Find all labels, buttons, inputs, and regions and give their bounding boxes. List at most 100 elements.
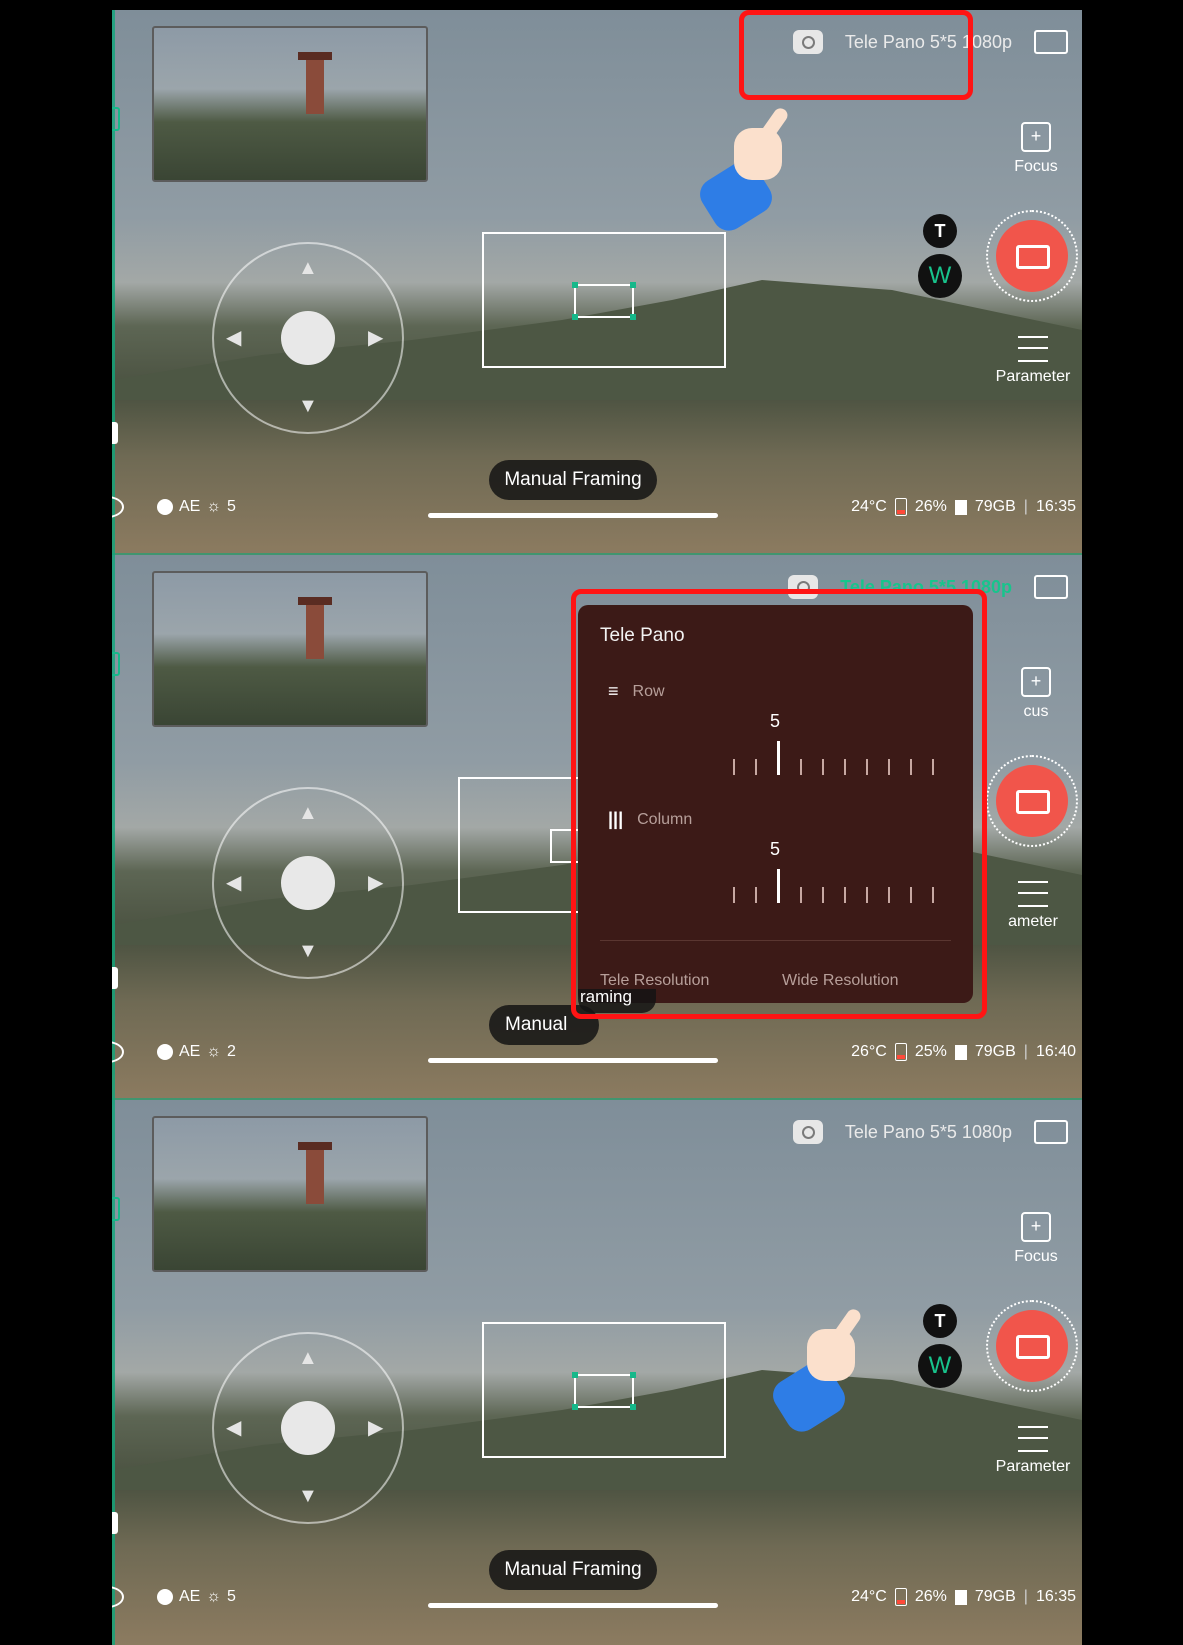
aperture-icon bbox=[157, 1589, 173, 1605]
arrow-right-icon[interactable]: ▶ bbox=[368, 1418, 383, 1438]
joystick-knob[interactable] bbox=[281, 1401, 335, 1455]
temperature: 24°C bbox=[851, 1588, 887, 1605]
parameter-button[interactable]: ameter bbox=[990, 881, 1076, 931]
camera-screen-1: ‹ ▲ ▼ ◀ ▶ Tele Pano 5*5 1080p + Focus T … bbox=[112, 10, 1082, 555]
camera-screen-2: ‹ ▲ ▼ ◀ ▶ Tele Pano 5*5 1080p + cus amet… bbox=[112, 555, 1082, 1100]
sd-card-icon bbox=[954, 499, 967, 515]
shutter-icon bbox=[996, 220, 1068, 292]
sliders-icon bbox=[1018, 336, 1048, 362]
joystick-control[interactable]: ▲ ▼ ◀ ▶ bbox=[212, 787, 404, 979]
top-bar: Tele Pano 5*5 1080p bbox=[792, 1120, 1068, 1144]
battery-icon bbox=[894, 1043, 907, 1061]
storage-free: 79GB bbox=[974, 1588, 1016, 1605]
arrow-down-icon[interactable]: ▼ bbox=[298, 396, 318, 416]
arrow-up-icon[interactable]: ▲ bbox=[298, 803, 318, 823]
exposure-icon: ☼ bbox=[206, 498, 222, 515]
joystick-knob[interactable] bbox=[281, 311, 335, 365]
parameter-button[interactable]: Parameter bbox=[990, 1426, 1076, 1476]
exposure-value: 5 bbox=[227, 498, 236, 515]
arrow-down-icon[interactable]: ▼ bbox=[298, 1486, 318, 1506]
highlight-mode-label bbox=[739, 10, 973, 100]
pano-framing-box[interactable] bbox=[482, 1322, 726, 1458]
tele-button[interactable]: T bbox=[923, 1304, 957, 1338]
device-status: 24°C 26% 79GB | 16:35 bbox=[851, 1588, 1076, 1606]
wide-button[interactable]: W bbox=[918, 254, 962, 298]
manual-framing-button[interactable]: Manual Framing bbox=[489, 460, 657, 500]
tele-frame[interactable] bbox=[572, 1372, 636, 1410]
clock-time: 16:40 bbox=[1035, 1043, 1076, 1060]
split-view-icon[interactable] bbox=[112, 652, 120, 676]
shutter-button[interactable] bbox=[986, 210, 1078, 302]
arrow-left-icon[interactable]: ◀ bbox=[226, 328, 241, 348]
panorama-icon[interactable] bbox=[1034, 1120, 1068, 1144]
wide-camera-thumbnail[interactable] bbox=[152, 571, 428, 727]
temperature: 24°C bbox=[851, 498, 887, 515]
arrow-up-icon[interactable]: ▲ bbox=[298, 258, 318, 278]
focus-button[interactable]: + Focus bbox=[996, 1212, 1076, 1266]
joystick-knob[interactable] bbox=[281, 856, 335, 910]
joystick-control[interactable]: ▲ ▼ ◀ ▶ bbox=[212, 1332, 404, 1524]
split-view-icon[interactable] bbox=[112, 1197, 120, 1221]
clock-time: 16:35 bbox=[1035, 1588, 1076, 1605]
parameter-label: Parameter bbox=[995, 1458, 1071, 1475]
manual-framing-button[interactable]: Manual Framing bbox=[489, 1550, 657, 1590]
arrow-left-icon[interactable]: ◀ bbox=[226, 1418, 241, 1438]
shutter-icon bbox=[996, 765, 1068, 837]
shutter-icon bbox=[996, 1310, 1068, 1382]
gallery-icon[interactable] bbox=[112, 422, 118, 444]
sd-card-icon bbox=[954, 1044, 967, 1060]
pointing-hand-icon bbox=[694, 105, 791, 237]
camera-switch-icon[interactable] bbox=[792, 1120, 823, 1144]
arrow-down-icon[interactable]: ▼ bbox=[298, 941, 318, 961]
parameter-button[interactable]: Parameter bbox=[990, 336, 1076, 386]
sd-card-icon bbox=[954, 1589, 967, 1605]
exposure-value: 5 bbox=[227, 1588, 236, 1605]
wide-camera-thumbnail[interactable] bbox=[152, 1116, 428, 1272]
device-status: 24°C 26% 79GB | 16:35 bbox=[851, 498, 1076, 516]
storage-free: 79GB bbox=[974, 498, 1016, 515]
pagoda-image bbox=[298, 52, 332, 114]
focus-icon: + bbox=[1021, 1212, 1051, 1242]
tele-wide-switch[interactable]: T W bbox=[916, 1304, 964, 1388]
arrow-right-icon[interactable]: ▶ bbox=[368, 873, 383, 893]
pagoda-image bbox=[298, 1142, 332, 1204]
gallery-icon[interactable] bbox=[112, 967, 118, 989]
tele-button[interactable]: T bbox=[923, 214, 957, 248]
battery-icon bbox=[894, 498, 907, 516]
focus-button[interactable]: + Focus bbox=[996, 122, 1076, 176]
ae-label: AE bbox=[179, 498, 201, 515]
divider: | bbox=[1023, 498, 1028, 515]
tele-frame[interactable] bbox=[572, 282, 636, 320]
gallery-icon[interactable] bbox=[112, 1512, 118, 1534]
aperture-icon bbox=[157, 1044, 173, 1060]
arrow-left-icon[interactable]: ◀ bbox=[226, 873, 241, 893]
shutter-button[interactable] bbox=[986, 1300, 1078, 1392]
pano-mode-label[interactable]: Tele Pano 5*5 1080p bbox=[837, 1122, 1020, 1143]
focus-label: Focus bbox=[1014, 1248, 1058, 1265]
pano-framing-box[interactable] bbox=[482, 232, 726, 368]
arrow-right-icon[interactable]: ▶ bbox=[368, 328, 383, 348]
home-indicator bbox=[428, 1058, 718, 1063]
panorama-icon[interactable] bbox=[1034, 30, 1068, 54]
highlight-popup bbox=[571, 589, 987, 1019]
tele-wide-switch[interactable]: T W bbox=[916, 214, 964, 298]
focus-button[interactable]: + cus bbox=[996, 667, 1076, 721]
exposure-status: AE ☼ 5 bbox=[157, 1588, 236, 1606]
shutter-button[interactable] bbox=[986, 755, 1078, 847]
home-indicator bbox=[428, 1603, 718, 1608]
pagoda-image bbox=[298, 597, 332, 659]
storage-free: 79GB bbox=[974, 1043, 1016, 1060]
wide-button[interactable]: W bbox=[918, 1344, 962, 1388]
joystick-control[interactable]: ▲ ▼ ◀ ▶ bbox=[212, 242, 404, 434]
exposure-value: 2 bbox=[227, 1043, 236, 1060]
arrow-up-icon[interactable]: ▲ bbox=[298, 1348, 318, 1368]
exposure-status: AE ☼ 5 bbox=[157, 498, 236, 516]
home-indicator bbox=[428, 513, 718, 518]
split-view-icon[interactable] bbox=[112, 107, 120, 131]
battery-icon bbox=[894, 1588, 907, 1606]
panorama-icon[interactable] bbox=[1034, 575, 1068, 599]
wide-camera-thumbnail[interactable] bbox=[152, 26, 428, 182]
battery-level: 26% bbox=[914, 1588, 947, 1605]
camera-screen-3: ‹ ▲ ▼ ◀ ▶ Tele Pano 5*5 1080p + Focus T … bbox=[112, 1100, 1082, 1645]
edge-accent bbox=[112, 555, 115, 1100]
